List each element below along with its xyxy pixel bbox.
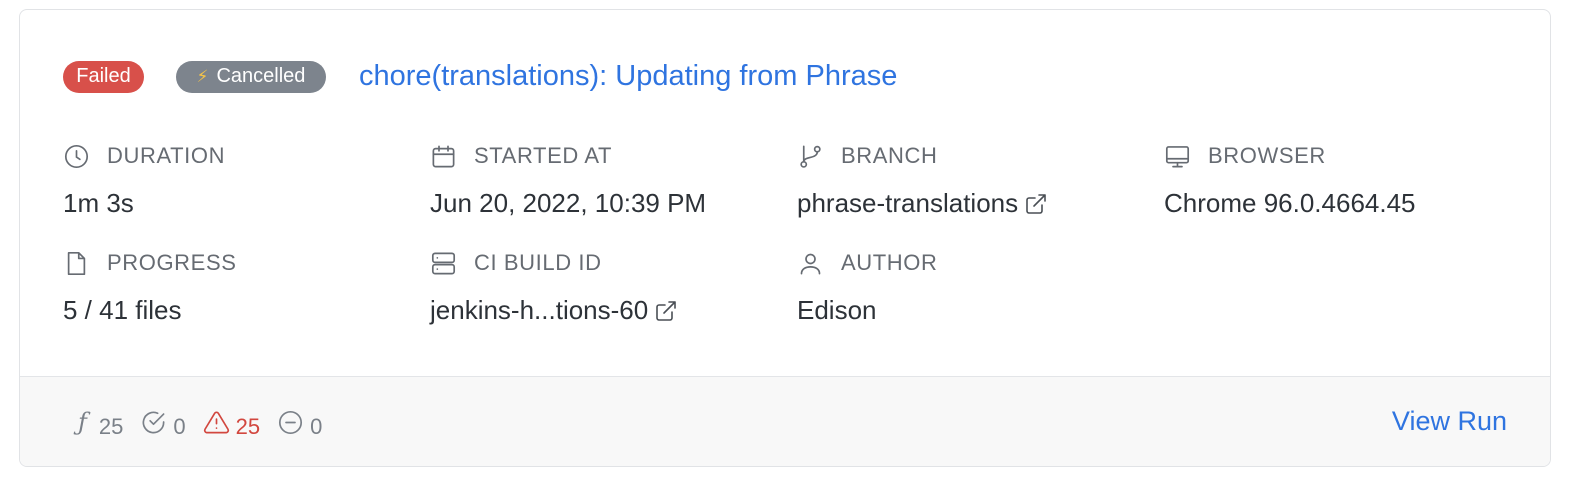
branch-value-row: phrase-translations — [797, 188, 1147, 219]
ci-build-label: CI BUILD ID — [474, 250, 602, 275]
duration-label: DURATION — [107, 143, 226, 168]
author-label: AUTHOR — [841, 250, 938, 275]
ci-build-label-row: CI BUILD ID — [430, 248, 780, 278]
functions-count: 25 — [98, 414, 124, 439]
progress-value: 5 / 41 files — [63, 295, 182, 325]
started-at-label: STARTED AT — [474, 143, 613, 168]
browser-item: BROWSER Chrome 96.0.4664.45 — [1164, 141, 1514, 219]
run-card: Failed ⚡ Cancelled chore(translations): … — [19, 9, 1551, 467]
external-link-icon[interactable] — [1024, 192, 1048, 216]
function-icon: ƒ — [78, 408, 87, 436]
passed-stat: 0 — [140, 411, 186, 440]
warning-icon — [203, 411, 229, 434]
progress-item: PROGRESS 5 / 41 files — [63, 248, 413, 326]
test-stats: ƒ 25 0 25 0 — [78, 404, 339, 440]
check-circle-icon — [142, 411, 165, 434]
cancelled-badge-label: Cancelled — [216, 65, 306, 87]
failed-badge: Failed — [63, 60, 144, 93]
browser-label-row: BROWSER — [1164, 141, 1514, 171]
bolt-icon: ⚡ — [196, 66, 209, 86]
duration-item: DURATION 1m 3s — [63, 141, 413, 219]
started-at-label-row: STARTED AT — [430, 141, 780, 171]
run-header: Failed ⚡ Cancelled chore(translations): … — [63, 60, 897, 93]
monitor-icon — [1165, 145, 1190, 167]
git-branch-icon — [800, 145, 821, 168]
progress-label-row: PROGRESS — [63, 248, 413, 278]
started-at-item: STARTED AT Jun 20, 2022, 10:39 PM — [430, 141, 780, 219]
browser-value: Chrome 96.0.4664.45 — [1164, 188, 1416, 218]
branch-item: BRANCH phrase-translations — [797, 141, 1147, 219]
author-label-row: AUTHOR — [797, 248, 1147, 278]
started-at-value: Jun 20, 2022, 10:39 PM — [430, 188, 707, 218]
ci-build-link[interactable]: jenkins-h...tions-60 — [430, 295, 648, 326]
calendar-icon — [432, 145, 455, 167]
branch-link[interactable]: phrase-translations — [797, 188, 1018, 219]
server-icon — [431, 252, 456, 274]
failed-count: 25 — [235, 414, 261, 439]
cancelled-badge: ⚡ Cancelled — [176, 60, 326, 93]
external-link-icon[interactable] — [654, 299, 678, 323]
branch-label: BRANCH — [841, 143, 938, 168]
run-footer: ƒ 25 0 25 0 View Run — [20, 376, 1550, 466]
file-icon — [67, 251, 86, 275]
branch-label-row: BRANCH — [797, 141, 1147, 171]
author-value: Edison — [797, 295, 877, 325]
author-item: AUTHOR Edison — [797, 248, 1147, 326]
skipped-stat: 0 — [277, 410, 323, 440]
clock-icon — [64, 144, 89, 168]
minus-circle-icon — [279, 410, 303, 435]
browser-label: BROWSER — [1208, 143, 1326, 168]
ci-build-value-row: jenkins-h...tions-60 — [430, 295, 780, 326]
user-icon — [800, 253, 821, 274]
progress-label: PROGRESS — [107, 250, 237, 275]
failed-stat: 25 — [203, 411, 261, 440]
duration-value: 1m 3s — [63, 188, 134, 218]
view-run-link[interactable]: View Run — [1392, 406, 1507, 437]
ci-build-item: CI BUILD ID jenkins-h...tions-60 — [430, 248, 780, 326]
functions-stat: ƒ 25 — [78, 408, 124, 440]
duration-label-row: DURATION — [63, 141, 413, 171]
passed-count: 0 — [173, 414, 186, 439]
skipped-count: 0 — [310, 414, 323, 439]
run-title-link[interactable]: chore(translations): Updating from Phras… — [359, 60, 897, 93]
